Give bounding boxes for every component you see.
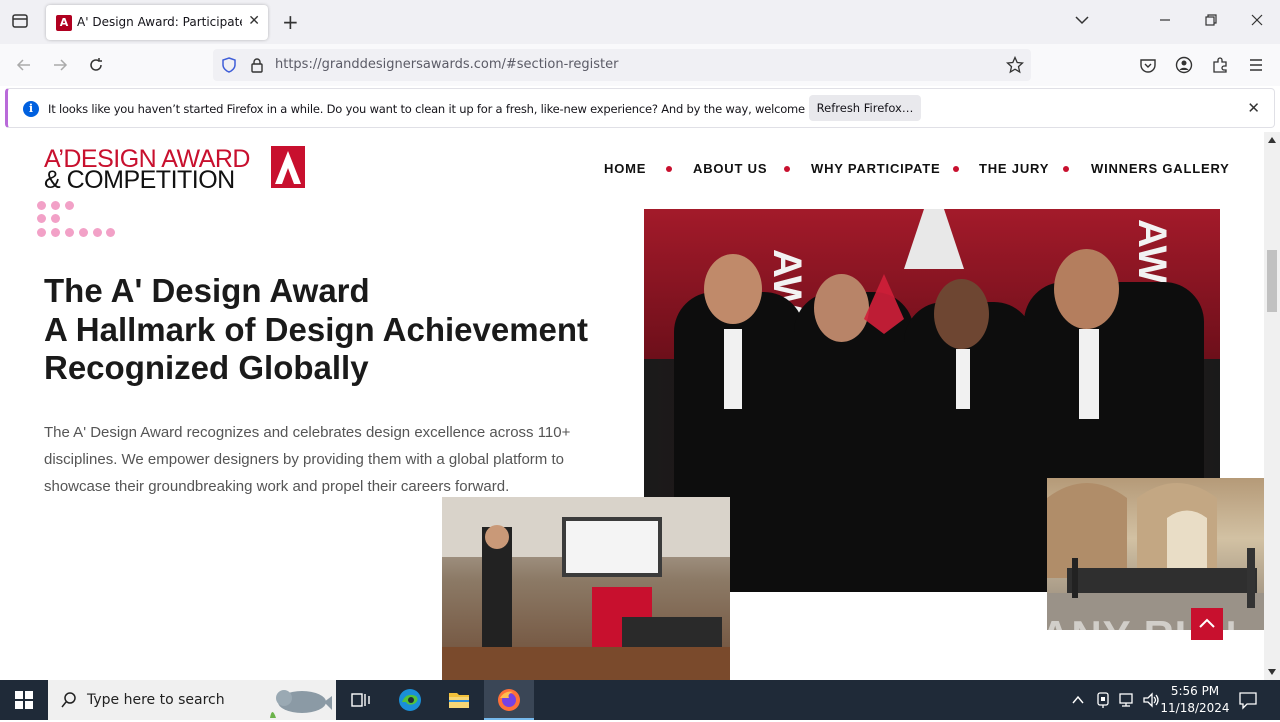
- nav-home[interactable]: HOME: [604, 161, 646, 176]
- notification-center-icon[interactable]: [1238, 690, 1258, 714]
- minimize-icon[interactable]: [1158, 12, 1172, 31]
- url-path: /#section-register: [501, 57, 619, 72]
- volume-icon[interactable]: [1142, 691, 1160, 713]
- page-content: A’DESIGN AWARD & COMPETITION HOME ABOUT …: [0, 132, 1264, 680]
- windows-taskbar: Type here to search 5:56 PM 11/18/2024: [0, 680, 1280, 720]
- taskbar-search-box[interactable]: Type here to search: [48, 680, 336, 720]
- nav-winners-gallery[interactable]: WINNERS GALLERY: [1091, 161, 1230, 176]
- url-text[interactable]: https://granddesignersawards.com/#sectio…: [275, 57, 618, 72]
- nav-separator-dot: [666, 166, 672, 172]
- logo-mark-icon: [271, 146, 305, 188]
- network-icon[interactable]: [1118, 691, 1136, 713]
- url-bar[interactable]: https://granddesignersawards.com/#sectio…: [213, 49, 1031, 81]
- forward-icon[interactable]: [51, 56, 69, 78]
- logo-line-2: & COMPETITION: [44, 166, 235, 194]
- nav-separator-dot: [784, 166, 790, 172]
- system-clock[interactable]: 5:56 PM 11/18/2024: [1160, 683, 1230, 717]
- menu-icon[interactable]: [1247, 56, 1265, 78]
- refresh-firefox-button[interactable]: Refresh Firefox…: [809, 95, 921, 121]
- active-tab[interactable]: A A' Design Award: Participate for ✕: [46, 5, 268, 40]
- manatee-search-highlight-icon: [268, 682, 332, 722]
- notification-message: It looks like you haven’t started Firefo…: [48, 102, 840, 116]
- page-scrollbar[interactable]: [1264, 132, 1280, 680]
- tracking-shield-icon[interactable]: [221, 57, 237, 77]
- headline-line-2: A Hallmark of Design Achievement: [44, 310, 589, 348]
- clock-time: 5:56 PM: [1170, 684, 1220, 698]
- refresh-notification-bar: i It looks like you haven’t started Fire…: [5, 88, 1275, 128]
- nav-the-jury[interactable]: THE JURY: [979, 161, 1049, 176]
- close-notification-icon[interactable]: ✕: [1247, 99, 1260, 117]
- network-status-icon[interactable]: [1095, 691, 1111, 713]
- navigation-toolbar: https://granddesignersawards.com/#sectio…: [0, 44, 1280, 86]
- headline-line-1: The A' Design Award: [44, 272, 370, 309]
- nav-separator-dot: [953, 166, 959, 172]
- clock-date: 11/18/2024: [1160, 701, 1230, 715]
- show-hidden-icons-chevron-icon[interactable]: [1071, 692, 1085, 711]
- firefox-icon: [498, 689, 520, 711]
- hero-description: The A' Design Award recognizes and celeb…: [44, 424, 571, 495]
- lock-icon[interactable]: [249, 57, 265, 77]
- scrollbar-thumb[interactable]: [1267, 250, 1277, 312]
- edge-icon[interactable]: [398, 688, 422, 712]
- extensions-icon[interactable]: [1211, 56, 1229, 78]
- firefox-view-icon[interactable]: [11, 12, 29, 34]
- site-favicon-icon: A: [56, 15, 72, 31]
- reload-icon[interactable]: [87, 56, 105, 78]
- new-tab-button[interactable]: +: [282, 10, 299, 34]
- bookmark-star-icon[interactable]: [1005, 55, 1025, 78]
- info-icon: i: [23, 101, 39, 117]
- search-placeholder: Type here to search: [87, 692, 225, 708]
- task-view-icon[interactable]: [349, 688, 373, 712]
- tab-strip: A A' Design Award: Participate for ✕ +: [0, 0, 1280, 44]
- nav-why-participate[interactable]: WHY PARTICIPATE: [811, 161, 940, 176]
- pocket-icon[interactable]: [1139, 56, 1157, 78]
- tab-title: A' Design Award: Participate for: [77, 15, 242, 29]
- firefox-taskbar-button[interactable]: [484, 680, 534, 720]
- account-icon[interactable]: [1175, 56, 1193, 78]
- nav-separator-dot: [1063, 166, 1069, 172]
- file-explorer-icon[interactable]: [447, 688, 471, 712]
- back-icon[interactable]: [15, 56, 33, 78]
- hero-headline: The A' Design Award A Hallmark of Design…: [44, 272, 644, 388]
- list-tabs-icon[interactable]: [1074, 12, 1090, 32]
- exhibition-photo: [442, 497, 730, 680]
- windows-start-icon[interactable]: [15, 691, 33, 713]
- close-window-icon[interactable]: [1250, 12, 1264, 31]
- search-icon: [60, 691, 78, 713]
- chevron-up-icon: [1199, 618, 1215, 628]
- nav-about-us[interactable]: ABOUT US: [693, 161, 767, 176]
- restore-icon[interactable]: [1204, 12, 1218, 31]
- gallery-hall-photo: [1047, 478, 1264, 630]
- close-tab-icon[interactable]: ✕: [248, 13, 260, 29]
- headline-line-3: Recognized Globally: [44, 349, 369, 386]
- url-host: https://granddesignersawards.com: [275, 57, 502, 72]
- scroll-to-top-button[interactable]: [1191, 608, 1223, 640]
